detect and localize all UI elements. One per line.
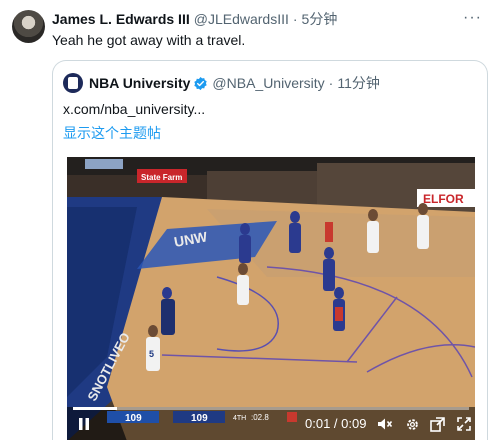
verified-badge-icon: [194, 76, 208, 90]
quoted-author-handle[interactable]: @NBA_University: [212, 75, 324, 91]
time-display: 0:01 / 0:09: [305, 416, 367, 431]
quoted-time[interactable]: 11分钟: [337, 73, 380, 93]
gear-icon[interactable]: [405, 417, 420, 435]
more-horizontal-icon[interactable]: ···: [463, 9, 482, 27]
quoted-tweet[interactable]: NBA University @NBA_University · 11分钟 x.…: [52, 60, 488, 440]
jersey-number: 5: [149, 349, 154, 359]
avatar[interactable]: [12, 10, 45, 43]
arena-banner-right-text: ELFOR: [423, 192, 464, 206]
quoted-header: NBA University @NBA_University · 11分钟: [63, 72, 380, 94]
tweet-text: Yeah he got away with a travel.: [52, 32, 246, 48]
author-name[interactable]: James L. Edwards III: [52, 11, 190, 27]
tweet-time[interactable]: 5分钟: [302, 9, 338, 29]
progress-fill: [73, 407, 117, 410]
quoted-separator: ·: [328, 75, 334, 91]
quoted-author-name[interactable]: NBA University: [89, 75, 190, 91]
tweet[interactable]: James L. Edwards III @JLEdwardsIII · 5分钟…: [0, 0, 500, 440]
video-controls: 0:01 / 0:09: [67, 407, 475, 440]
popout-icon[interactable]: [430, 417, 445, 435]
quoted-avatar[interactable]: [63, 73, 83, 93]
arena-banner-left-text: State Farm: [141, 173, 182, 182]
pause-icon[interactable]: [77, 417, 91, 434]
author-handle[interactable]: @JLEdwardsIII: [194, 11, 289, 27]
fullscreen-icon[interactable]: [457, 417, 471, 434]
show-thread-link[interactable]: 显示这个主题帖: [63, 123, 161, 143]
video-frame: State Farm ELFOR UNW SNOTLIVEO 5 109 109…: [67, 157, 475, 440]
progress-bar[interactable]: [73, 407, 469, 410]
video-player[interactable]: State Farm ELFOR UNW SNOTLIVEO 5 109 109…: [67, 157, 475, 440]
separator: ·: [292, 11, 298, 27]
tweet-header: James L. Edwards III @JLEdwardsIII · 5分钟: [52, 9, 337, 29]
volume-muted-icon[interactable]: [377, 417, 393, 434]
quoted-link-text[interactable]: x.com/nba_university...: [63, 101, 205, 117]
